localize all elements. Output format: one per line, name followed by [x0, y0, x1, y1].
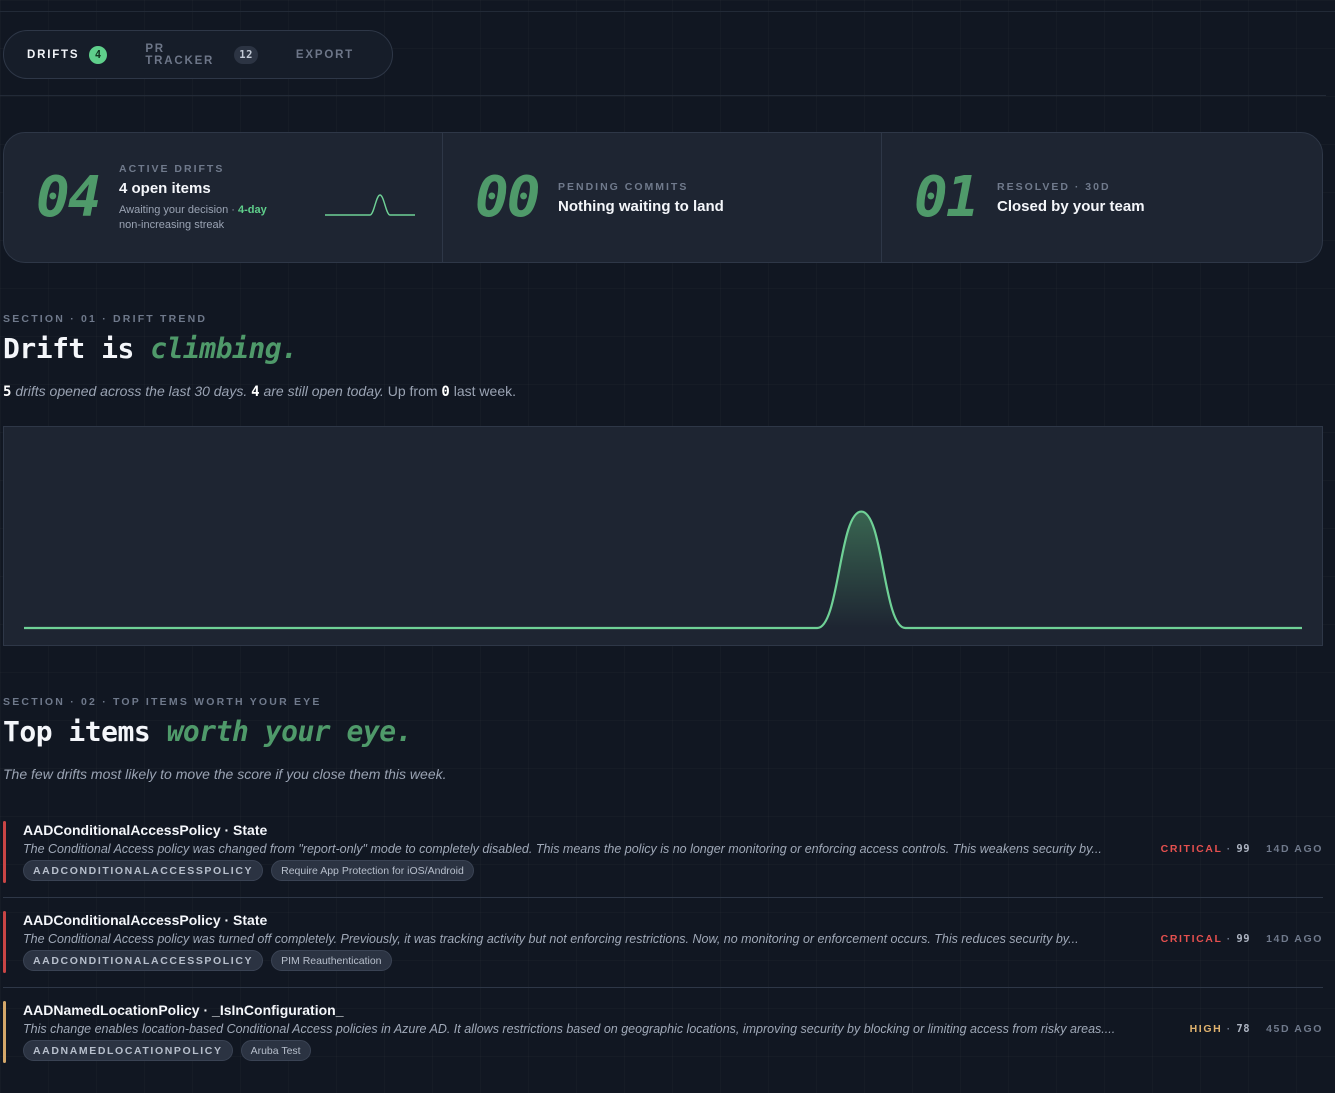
section-label: SECTION · 01 · DRIFT TREND: [3, 313, 208, 325]
stat-sub-suffix: non-increasing streak: [119, 219, 225, 231]
chart-line: [24, 510, 1302, 630]
item-title[interactable]: AADConditionalAccessPolicy · State: [23, 912, 267, 928]
item-title[interactable]: AADConditionalAccessPolicy · State: [23, 822, 267, 838]
item-tags: AADCONDITIONALACCESSPOLICY PIM Reauthenti…: [23, 950, 392, 971]
severity-bar: [3, 1001, 6, 1063]
severity-bar: [3, 821, 6, 883]
tab-label: EXPORT: [295, 48, 354, 61]
resource-type-tag[interactable]: AADCONDITIONALACCESSPOLICY: [23, 950, 264, 971]
item-tags: AADCONDITIONALACCESSPOLICY Require App Pr…: [23, 860, 474, 881]
section-title: Drift is climbing.: [3, 332, 298, 365]
stat-label: RESOLVED · 30D: [997, 181, 1111, 193]
list-item[interactable]: AADNamedLocationPolicy · _IsInConfigurat…: [3, 1001, 1323, 1081]
stat-number: 00: [475, 165, 540, 230]
resource-name-tag[interactable]: Aruba Test: [240, 1040, 311, 1061]
title-emphasis: climbing.: [150, 332, 298, 365]
list-item[interactable]: AADConditionalAccessPolicy · State The Co…: [3, 911, 1323, 991]
stat-number: 01: [914, 165, 979, 230]
stat-active-drifts: 04 ACTIVE DRIFTS 4 open items Awaiting y…: [4, 133, 443, 262]
desc-text: Up from: [383, 383, 442, 399]
score-value: 78: [1236, 1023, 1251, 1035]
stat-subtitle: Awaiting your decision · 4-day non-incre…: [119, 203, 267, 233]
severity-bar: [3, 911, 6, 973]
severity-score: HIGH · 78: [1190, 1023, 1250, 1035]
sparkline: [325, 194, 415, 216]
severity-label: CRITICAL: [1160, 933, 1223, 945]
title-plain: Drift is: [3, 332, 151, 365]
resource-name-tag[interactable]: Require App Protection for iOS/Android: [271, 860, 474, 881]
top-divider: [0, 11, 1335, 12]
item-meta: CRITICAL · 99 14D AGO: [1161, 933, 1323, 945]
stat-pending-commits: 00 PENDING COMMITS Nothing waiting to la…: [443, 133, 882, 262]
score-value: 99: [1236, 843, 1251, 855]
item-tags: AADNAMEDLOCATIONPOLICY Aruba Test: [23, 1040, 311, 1061]
item-meta: CRITICAL · 99 14D AGO: [1161, 843, 1323, 855]
list-item[interactable]: AADConditionalAccessPolicy · State The Co…: [3, 821, 1323, 901]
stat-text: RESOLVED · 30D Closed by your team: [997, 181, 1145, 215]
meta-separator: ·: [1222, 843, 1237, 855]
chart-svg: [24, 510, 1302, 630]
pr-count-badge: 12: [234, 45, 258, 64]
severity-label: CRITICAL: [1160, 843, 1223, 855]
meta-separator: ·: [1222, 1023, 1237, 1035]
stat-resolved: 01 RESOLVED · 30D Closed by your team: [882, 133, 1321, 262]
score-value: 99: [1236, 933, 1251, 945]
stat-number: 04: [36, 165, 101, 230]
item-age: 14D AGO: [1266, 843, 1323, 855]
tab-label: PR TRACKER: [145, 42, 215, 67]
stat-title: Nothing waiting to land: [558, 198, 724, 215]
streak-value: 4-day: [238, 204, 267, 216]
stat-sub-prefix: Awaiting your decision ·: [119, 204, 239, 216]
drift-trend-chart: [3, 426, 1323, 646]
section-title: Top items worth your eye.: [3, 715, 412, 748]
tab-pr-tracker[interactable]: PR TRACKER 12: [145, 43, 258, 67]
last-week-count: 0: [441, 384, 450, 400]
section-description: 5 drifts opened across the last 30 days.…: [3, 383, 516, 400]
section-label: SECTION · 02 · TOP ITEMS WORTH YOUR EYE: [3, 696, 322, 708]
stat-text: PENDING COMMITS Nothing waiting to land: [558, 181, 724, 215]
desc-text: The few drifts most likely to move the s…: [3, 766, 447, 782]
severity-label: HIGH: [1189, 1023, 1223, 1035]
title-emphasis: worth your eye.: [166, 715, 413, 748]
stat-title: 4 open items: [119, 180, 211, 197]
stat-label: PENDING COMMITS: [558, 181, 689, 193]
stats-panel: 04 ACTIVE DRIFTS 4 open items Awaiting y…: [3, 132, 1323, 263]
resource-name-tag[interactable]: PIM Reauthentication: [271, 950, 392, 971]
item-description: The Conditional Access policy was turned…: [23, 932, 1079, 946]
severity-score: CRITICAL · 99: [1161, 933, 1250, 945]
drifts-open-count: 4: [251, 384, 260, 400]
stat-title: Closed by your team: [997, 198, 1145, 215]
resource-type-tag[interactable]: AADCONDITIONALACCESSPOLICY: [23, 860, 264, 881]
item-title[interactable]: AADNamedLocationPolicy · _IsInConfigurat…: [23, 1002, 343, 1018]
section-description: The few drifts most likely to move the s…: [3, 766, 447, 782]
item-divider: [3, 897, 1323, 898]
top-nav: DRIFTS 4 PR TRACKER 12 EXPORT: [3, 30, 393, 79]
item-divider: [3, 987, 1323, 988]
tab-export[interactable]: EXPORT: [296, 49, 354, 61]
stat-text: ACTIVE DRIFTS 4 open items Awaiting your…: [119, 163, 267, 233]
title-plain: Top items: [3, 715, 167, 748]
item-age: 45D AGO: [1266, 1023, 1323, 1035]
item-description: This change enables location-based Condi…: [23, 1022, 1116, 1036]
tab-label: DRIFTS: [27, 48, 80, 61]
resource-type-tag[interactable]: AADNAMEDLOCATIONPOLICY: [23, 1040, 233, 1061]
desc-text: drifts opened across the last 30 days.: [11, 383, 252, 399]
chart-area: [24, 511, 1302, 628]
stat-label: ACTIVE DRIFTS: [119, 163, 225, 175]
tab-drifts[interactable]: DRIFTS 4: [27, 45, 108, 64]
nav-divider: [0, 95, 1326, 96]
item-age: 14D AGO: [1266, 933, 1323, 945]
desc-text: are still open today.: [259, 383, 384, 399]
meta-separator: ·: [1222, 933, 1237, 945]
item-meta: HIGH · 78 45D AGO: [1190, 1023, 1323, 1035]
drifts-count-badge: 4: [89, 45, 108, 64]
item-description: The Conditional Access policy was change…: [23, 842, 1102, 856]
desc-text: last week.: [449, 383, 516, 399]
severity-score: CRITICAL · 99: [1161, 843, 1250, 855]
